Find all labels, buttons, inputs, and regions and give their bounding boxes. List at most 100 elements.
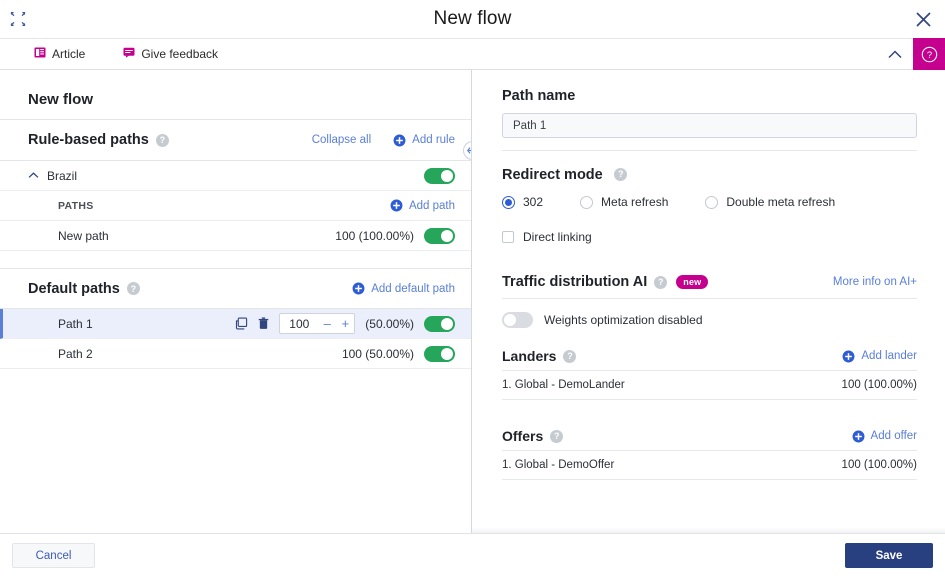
- offer-name: 1. Global - DemoOffer: [502, 459, 615, 471]
- landers-header: Landers ? Add lander: [502, 348, 917, 364]
- rule-row-brazil[interactable]: Brazil: [0, 161, 471, 191]
- paths-panel: New flow Rule-based paths ? Collapse all…: [0, 70, 472, 533]
- close-icon[interactable]: [901, 0, 945, 38]
- weight-stepper[interactable]: – +: [279, 313, 356, 334]
- plus-circle-icon: [852, 430, 864, 442]
- rule-toggle[interactable]: [424, 167, 455, 184]
- question-mark-icon[interactable]: ?: [563, 349, 577, 363]
- lander-name: 1. Global - DemoLander: [502, 379, 625, 391]
- add-path-button[interactable]: Add path: [390, 199, 455, 212]
- question-mark-icon[interactable]: ?: [550, 429, 564, 443]
- radio-option-meta-refresh[interactable]: Meta refresh: [580, 195, 668, 209]
- weight-decrement-button[interactable]: –: [318, 314, 337, 333]
- path-details-panel: Path name Redirect mode ? 302 Meta refre…: [472, 70, 945, 533]
- radio-option-302[interactable]: 302: [502, 195, 543, 209]
- weight-increment-button[interactable]: +: [336, 314, 355, 333]
- more-info-on-ai-link[interactable]: More info on AI+: [833, 276, 917, 288]
- weights-optimization-toggle[interactable]: [502, 312, 533, 328]
- path-name-label: Path name: [502, 88, 576, 104]
- expand-arrows-icon[interactable]: [0, 0, 36, 38]
- add-rule-label: Add rule: [412, 134, 455, 146]
- redirect-mode-label: Redirect mode: [502, 167, 603, 183]
- cancel-button[interactable]: Cancel: [12, 543, 95, 568]
- paths-caption: PATHS: [58, 199, 94, 212]
- radio-option-double-meta-refresh[interactable]: Double meta refresh: [705, 195, 835, 209]
- offers-header: Offers ? Add offer: [502, 428, 917, 444]
- path-name-input[interactable]: [502, 113, 917, 138]
- default-path-toggle[interactable]: [424, 315, 455, 332]
- toolbar-item-give-feedback[interactable]: Give feedback: [115, 39, 226, 69]
- default-path-weight: 100 (50.00%): [341, 346, 414, 361]
- copy-icon[interactable]: [235, 317, 248, 330]
- dialog-titlebar: New flow: [0, 0, 945, 38]
- question-mark-icon[interactable]: ?: [654, 275, 668, 289]
- direct-linking-checkbox-row[interactable]: Direct linking: [502, 230, 917, 244]
- paths-subheader: PATHS Add path: [0, 191, 471, 221]
- offers-title: Offers: [502, 428, 544, 444]
- plus-circle-icon: [352, 282, 365, 295]
- chevron-up-icon[interactable]: [28, 170, 39, 181]
- add-path-label: Add path: [408, 199, 455, 212]
- question-mark-icon[interactable]: ?: [155, 133, 169, 147]
- radio-icon[interactable]: [502, 195, 515, 209]
- radio-icon[interactable]: [580, 195, 594, 209]
- weights-optimization-row: Weights optimization disabled: [502, 312, 917, 328]
- path-name: New path: [58, 228, 109, 243]
- collapse-all-link[interactable]: Collapse all: [312, 134, 371, 146]
- radio-icon[interactable]: [705, 195, 719, 209]
- add-default-path-button[interactable]: Add default path: [352, 282, 455, 295]
- question-mark-icon[interactable]: ?: [614, 167, 628, 181]
- svg-text:?: ?: [926, 50, 931, 61]
- new-badge: new: [676, 274, 709, 290]
- default-path-percent: (50.00%): [365, 316, 414, 331]
- question-mark-icon[interactable]: ?: [126, 282, 140, 295]
- default-paths-title: Default paths: [28, 280, 120, 297]
- default-path-name: Path 2: [58, 346, 93, 361]
- dialog-body: New flow Rule-based paths ? Collapse all…: [0, 70, 945, 533]
- scroll-shadow: [472, 527, 945, 533]
- checkbox-icon[interactable]: [502, 231, 514, 243]
- traffic-distribution-ai-title: Traffic distribution AI: [502, 274, 648, 290]
- toolbar-item-article[interactable]: Article: [26, 39, 93, 69]
- offer-row[interactable]: 1. Global - DemoOffer 100 (100.00%): [502, 450, 917, 480]
- redirect-mode-radio-group: 302 Meta refresh Double meta refresh: [502, 195, 917, 209]
- weight-input[interactable]: [280, 314, 319, 333]
- traffic-distribution-ai-header: Traffic distribution AI ? new More info …: [502, 274, 917, 290]
- rule-based-paths-header: Rule-based paths ? Collapse all Add rule: [0, 120, 471, 161]
- plus-circle-icon: [393, 134, 406, 146]
- add-rule-button[interactable]: Add rule: [393, 134, 455, 147]
- dialog-footer: Cancel Save: [0, 533, 945, 577]
- dialog-toolbar: Article Give feedback ?: [0, 38, 945, 70]
- flow-name: New flow: [28, 90, 94, 108]
- path-row-new-path[interactable]: New path 100 (100.00%): [0, 221, 471, 251]
- plus-circle-icon: [390, 199, 403, 212]
- default-path-row-path-1[interactable]: Path 1 100 – + (50.00%): [0, 309, 471, 339]
- add-offer-label: Add offer: [870, 430, 917, 442]
- lander-amount: 100 (100.00%): [841, 379, 917, 391]
- rule-name: Brazil: [47, 168, 78, 183]
- default-path-row-path-2[interactable]: Path 2 100 (50.00%): [0, 339, 471, 369]
- radio-label: 302: [523, 195, 544, 209]
- weights-optimization-label: Weights optimization disabled: [544, 313, 703, 327]
- lander-row[interactable]: 1. Global - DemoLander 100 (100.00%): [502, 370, 917, 400]
- help-circle-icon[interactable]: ?: [913, 38, 945, 70]
- toolbar-item-article-label: Article: [52, 47, 86, 61]
- add-offer-button[interactable]: Add offer: [852, 430, 917, 443]
- toolbar-item-give-feedback-label: Give feedback: [141, 47, 219, 61]
- landers-title: Landers: [502, 348, 557, 364]
- trash-icon[interactable]: [258, 317, 269, 330]
- chevron-up-icon[interactable]: [877, 39, 913, 69]
- add-lander-button[interactable]: Add lander: [842, 350, 917, 363]
- save-button[interactable]: Save: [845, 543, 933, 568]
- path-weight: 100 (100.00%): [335, 228, 414, 243]
- rule-based-paths-title: Rule-based paths: [28, 132, 149, 148]
- feedback-icon: [123, 47, 135, 61]
- direct-linking-label: Direct linking: [523, 230, 592, 244]
- radio-label: Meta refresh: [601, 195, 669, 209]
- radio-label: Double meta refresh: [726, 195, 836, 209]
- path-toggle[interactable]: [424, 227, 455, 244]
- add-lander-label: Add lander: [861, 350, 917, 362]
- default-path-toggle[interactable]: [424, 345, 455, 362]
- divider: [502, 150, 917, 151]
- offer-amount: 100 (100.00%): [841, 459, 917, 471]
